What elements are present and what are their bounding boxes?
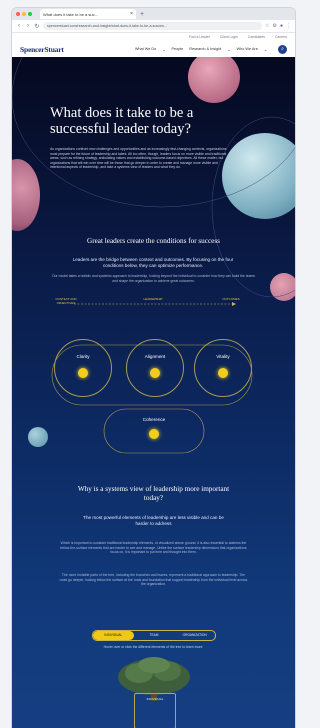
spencerstuart-logo[interactable]: SpencerStuart: [20, 45, 64, 54]
profile-icon[interactable]: ●: [280, 23, 283, 29]
utility-link[interactable]: Client Login: [220, 35, 238, 39]
forward-icon[interactable]: ›: [25, 23, 31, 29]
address-bar-row: ‹ › ↻ spencerstuart.com/research-and-ins…: [12, 20, 295, 33]
axis-label-outcomes: OUTCOMES: [222, 297, 240, 301]
condition-alignment[interactable]: Alignment: [126, 339, 184, 397]
chevron-down-icon: ⌄: [162, 47, 166, 52]
condition-coherence[interactable]: Coherence: [126, 409, 182, 453]
utility-link[interactable]: Find a Leader: [189, 35, 210, 39]
axis-label-context: CONTEXT AND OBJECTIVES: [55, 297, 77, 305]
intro-paragraph: As organizations confront new challenges…: [50, 147, 227, 170]
systems-lead: The most powerful elements of leadership…: [83, 515, 224, 526]
condition-vitality[interactable]: Vitality: [194, 339, 252, 397]
main-nav: What We Do ⌄ People Research & Insight ⌄ W…: [135, 44, 287, 54]
bookmark-star-icon[interactable]: ☆: [265, 23, 269, 29]
systems-heading: Why is a systems view of leadership more…: [77, 485, 230, 502]
toggle-individual[interactable]: INDIVIDUAL: [93, 631, 134, 640]
page-title: What does it take to be a successful lea…: [50, 105, 194, 137]
systems-body-1: Which is important to consider tradition…: [60, 541, 247, 555]
url-text: spencerstuart.com/research-and-insight/w…: [47, 24, 167, 28]
window-minimize-button[interactable]: [22, 12, 26, 16]
back-icon[interactable]: ‹: [16, 23, 22, 29]
nav-item[interactable]: Research & Insight: [189, 47, 221, 51]
browser-menu-icon[interactable]: ⋮: [286, 23, 291, 29]
condition-marker-icon[interactable]: [150, 368, 160, 378]
browser-window: What does it take to be a suc... × + ‹ ›…: [12, 8, 295, 728]
chevron-down-icon: ⌄: [263, 47, 267, 52]
extensions-icon[interactable]: ⚙: [272, 23, 276, 29]
tab-title: What does it take to be a suc...: [43, 11, 98, 17]
condition-label: Clarity: [76, 354, 90, 359]
hero-section: What does it take to be a successful lea…: [12, 57, 295, 728]
url-field[interactable]: spencerstuart.com/research-and-insight/w…: [43, 22, 262, 30]
browser-tab[interactable]: What does it take to be a suc... ×: [40, 9, 136, 19]
tree-level-toggle: INDIVIDUAL TEAM ORGANIZATION: [92, 630, 216, 641]
condition-marker-icon[interactable]: [218, 368, 228, 378]
chevron-down-icon: ⌄: [227, 47, 231, 52]
search-icon[interactable]: ⌕: [278, 44, 287, 54]
new-tab-icon[interactable]: +: [140, 11, 144, 18]
tree-roots-panel[interactable]: INDIVIDUAL: [134, 693, 176, 728]
toggle-hint: Hover over or click the different elemen…: [103, 645, 204, 649]
utility-nav: Find a Leader Client Login Candidates Ca…: [12, 33, 295, 40]
condition-marker-icon[interactable]: [149, 429, 159, 439]
condition-label: Coherence: [142, 417, 166, 422]
toggle-organization[interactable]: ORGANIZATION: [174, 631, 215, 640]
conditions-lead: Leaders are the bridge between context a…: [72, 257, 234, 268]
nav-item[interactable]: What We Do: [135, 47, 156, 51]
axis-label-leadership: LEADERSHIP: [143, 297, 163, 301]
conditions-body: Our model takes a holistic and systemic …: [52, 274, 255, 283]
reload-icon[interactable]: ↻: [34, 23, 40, 30]
systems-body-2: The more invisible parts of the tree, in…: [59, 573, 248, 587]
window-maximize-button[interactable]: [28, 12, 32, 16]
condition-marker-icon[interactable]: [78, 368, 88, 378]
tree-label: INDIVIDUAL: [146, 697, 164, 701]
utility-link[interactable]: Candidates: [248, 35, 265, 39]
condition-label: Vitality: [216, 354, 230, 359]
browser-tab-bar: What does it take to be a suc... × +: [12, 8, 295, 20]
toggle-team[interactable]: TEAM: [134, 631, 175, 640]
utility-link[interactable]: Careers: [275, 35, 287, 39]
tab-close-icon[interactable]: ×: [130, 11, 133, 17]
conditions-heading: Great leaders create the conditions for …: [87, 237, 220, 245]
window-close-button[interactable]: [16, 12, 20, 16]
nav-item[interactable]: Who We Are: [237, 47, 258, 51]
condition-label: Alignment: [144, 354, 166, 359]
condition-clarity[interactable]: Clarity: [54, 339, 112, 397]
nav-item[interactable]: People: [171, 47, 183, 51]
